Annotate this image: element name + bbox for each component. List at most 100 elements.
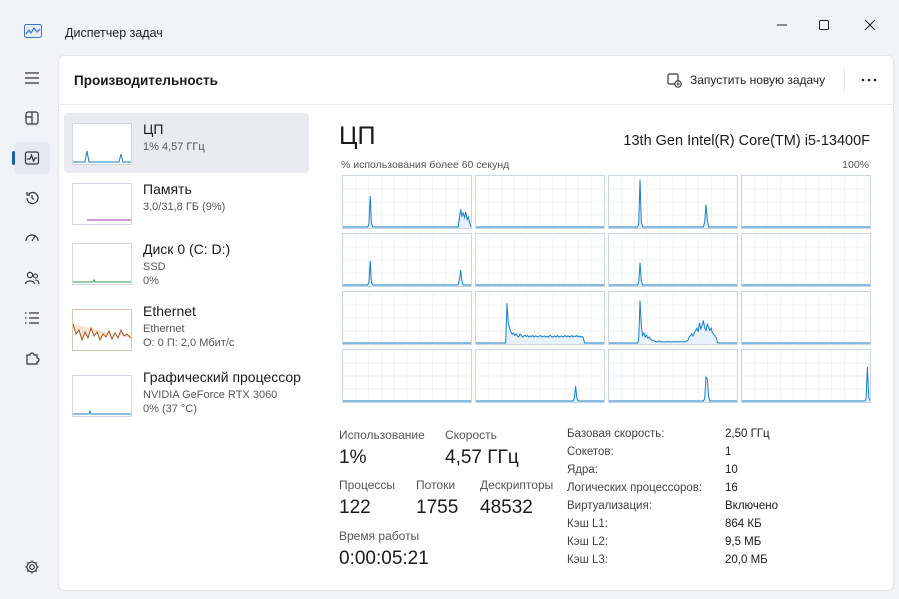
speed-value: 4,57 ГГц xyxy=(445,447,519,468)
nav-settings[interactable] xyxy=(14,551,50,583)
nav-performance[interactable] xyxy=(12,142,50,174)
device-name: ЦП xyxy=(143,121,164,137)
nav-processes[interactable] xyxy=(14,102,50,134)
cpu-thumbnail-graph xyxy=(72,123,132,165)
device-detail: 3,0/31,8 ГБ (9%) xyxy=(143,201,226,213)
cpu-core-graph xyxy=(741,175,871,229)
device-item-disk[interactable]: Диск 0 (C: D:) SSD 0% xyxy=(64,233,309,293)
users-icon xyxy=(24,271,40,285)
cpu-core-graph xyxy=(342,291,472,345)
nav-startup-apps[interactable] xyxy=(14,222,50,254)
cpu-core-graph xyxy=(608,349,738,403)
handles-label: Дескрипторы xyxy=(480,478,554,492)
cpu-core-graph xyxy=(608,175,738,229)
device-name: Графический процессор xyxy=(143,369,301,385)
device-detail: Ethernet xyxy=(143,323,185,335)
performance-panel: Производительность Запустить новую задач… xyxy=(58,55,894,591)
close-icon xyxy=(864,19,876,31)
nav-services[interactable] xyxy=(14,342,50,374)
spec-sockets-label: Сокетов: xyxy=(567,446,614,458)
device-item-cpu[interactable]: ЦП 1% 4,57 ГГц xyxy=(64,113,309,173)
spec-l3-cache-label: Кэш L3: xyxy=(567,554,608,566)
spec-virtualization-label: Виртуализация: xyxy=(567,500,652,512)
graph-axis-label: % использования более 60 секунд xyxy=(341,159,510,171)
disk-thumbnail-graph xyxy=(72,243,132,285)
nav-details[interactable] xyxy=(14,302,50,334)
device-item-gpu[interactable]: Графический процессор NVIDIA GeForce RTX… xyxy=(64,363,309,423)
gpu-thumbnail-graph xyxy=(72,375,132,417)
minimize-icon xyxy=(777,24,787,26)
device-detail: О: 0 П: 2,0 Мбит/с xyxy=(143,337,235,349)
spec-l1-cache-value: 864 КБ xyxy=(725,518,762,530)
spec-l2-cache-value: 9,5 МБ xyxy=(725,536,762,548)
processes-icon xyxy=(25,111,39,125)
device-detail: 0% (37 °C) xyxy=(143,403,197,415)
navigation-sidebar xyxy=(0,50,58,599)
spec-cores-label: Ядра: xyxy=(567,464,599,476)
device-item-ethernet[interactable]: Ethernet Ethernet О: 0 П: 2,0 Мбит/с xyxy=(64,297,309,357)
spec-cores-value: 10 xyxy=(725,464,738,476)
graph-axis-max: 100% xyxy=(842,159,869,171)
cpu-core-graph xyxy=(741,233,871,287)
device-detail: 0% xyxy=(143,275,159,287)
cpu-model-name: 13th Gen Intel(R) Core(TM) i5-13400F xyxy=(623,133,870,149)
spec-sockets-value: 1 xyxy=(725,446,732,458)
processes-label: Процессы xyxy=(339,478,396,492)
run-new-task-button[interactable]: Запустить новую задачу xyxy=(667,69,825,91)
cpu-core-graph xyxy=(475,291,605,345)
usage-label: Использование xyxy=(339,428,425,442)
history-icon xyxy=(26,191,39,205)
device-detail: NVIDIA GeForce RTX 3060 xyxy=(143,389,278,401)
uptime-value: 0:00:05:21 xyxy=(339,548,429,569)
ethernet-thumbnail-graph xyxy=(72,309,132,351)
puzzle-icon xyxy=(26,352,40,365)
device-name: Ethernet xyxy=(143,303,196,319)
task-manager-app-icon xyxy=(24,24,42,38)
device-item-memory[interactable]: Память 3,0/31,8 ГБ (9%) xyxy=(64,173,309,233)
cpu-core-graph xyxy=(608,233,738,287)
hamburger-menu-button[interactable] xyxy=(14,62,50,94)
minimize-button[interactable] xyxy=(760,10,804,40)
spec-logical-processors-value: 16 xyxy=(725,482,738,494)
spec-l1-cache-label: Кэш L1: xyxy=(567,518,608,530)
nav-users[interactable] xyxy=(14,262,50,294)
nav-app-history[interactable] xyxy=(14,182,50,214)
panel-header: Производительность Запустить новую задач… xyxy=(59,56,893,105)
processes-value: 122 xyxy=(339,497,371,518)
handles-value: 48532 xyxy=(480,497,533,518)
cpu-core-graph xyxy=(342,349,472,403)
cpu-core-graph xyxy=(342,233,472,287)
more-options-button[interactable] xyxy=(844,69,893,91)
run-new-task-label: Запустить новую задачу xyxy=(690,73,826,87)
hamburger-icon xyxy=(25,72,39,84)
maximize-button[interactable] xyxy=(802,10,846,40)
memory-thumbnail-graph xyxy=(72,183,132,225)
performance-icon xyxy=(24,151,40,165)
spec-base-speed-label: Базовая скорость: xyxy=(567,428,665,440)
spec-l2-cache-label: Кэш L2: xyxy=(567,536,608,548)
cpu-core-graph xyxy=(475,175,605,229)
usage-value: 1% xyxy=(339,447,367,468)
spec-l3-cache-value: 20,0 МБ xyxy=(725,554,768,566)
speedometer-icon xyxy=(25,234,39,242)
new-task-icon xyxy=(667,72,682,88)
device-detail: 1% 4,57 ГГц xyxy=(143,141,205,153)
close-button[interactable] xyxy=(848,10,892,40)
title-bar: Диспетчер задач xyxy=(0,0,899,50)
cpu-heading: ЦП xyxy=(339,122,376,150)
window-title: Диспетчер задач xyxy=(65,26,163,40)
cpu-core-graph xyxy=(741,291,871,345)
uptime-label: Время работы xyxy=(339,529,420,543)
cpu-core-graph xyxy=(741,349,871,403)
details-list-icon xyxy=(25,312,39,324)
cpu-core-graph xyxy=(475,349,605,403)
spec-virtualization-value: Включено xyxy=(725,500,779,512)
gear-icon xyxy=(25,560,39,574)
threads-value: 1755 xyxy=(416,497,459,518)
device-detail: SSD xyxy=(143,261,166,273)
threads-label: Потоки xyxy=(416,478,456,492)
task-manager-window: Диспетчер задач Производительность Запус… xyxy=(0,0,899,599)
page-title: Производительность xyxy=(74,73,218,88)
device-name: Память xyxy=(143,181,192,197)
cpu-core-graph xyxy=(608,291,738,345)
